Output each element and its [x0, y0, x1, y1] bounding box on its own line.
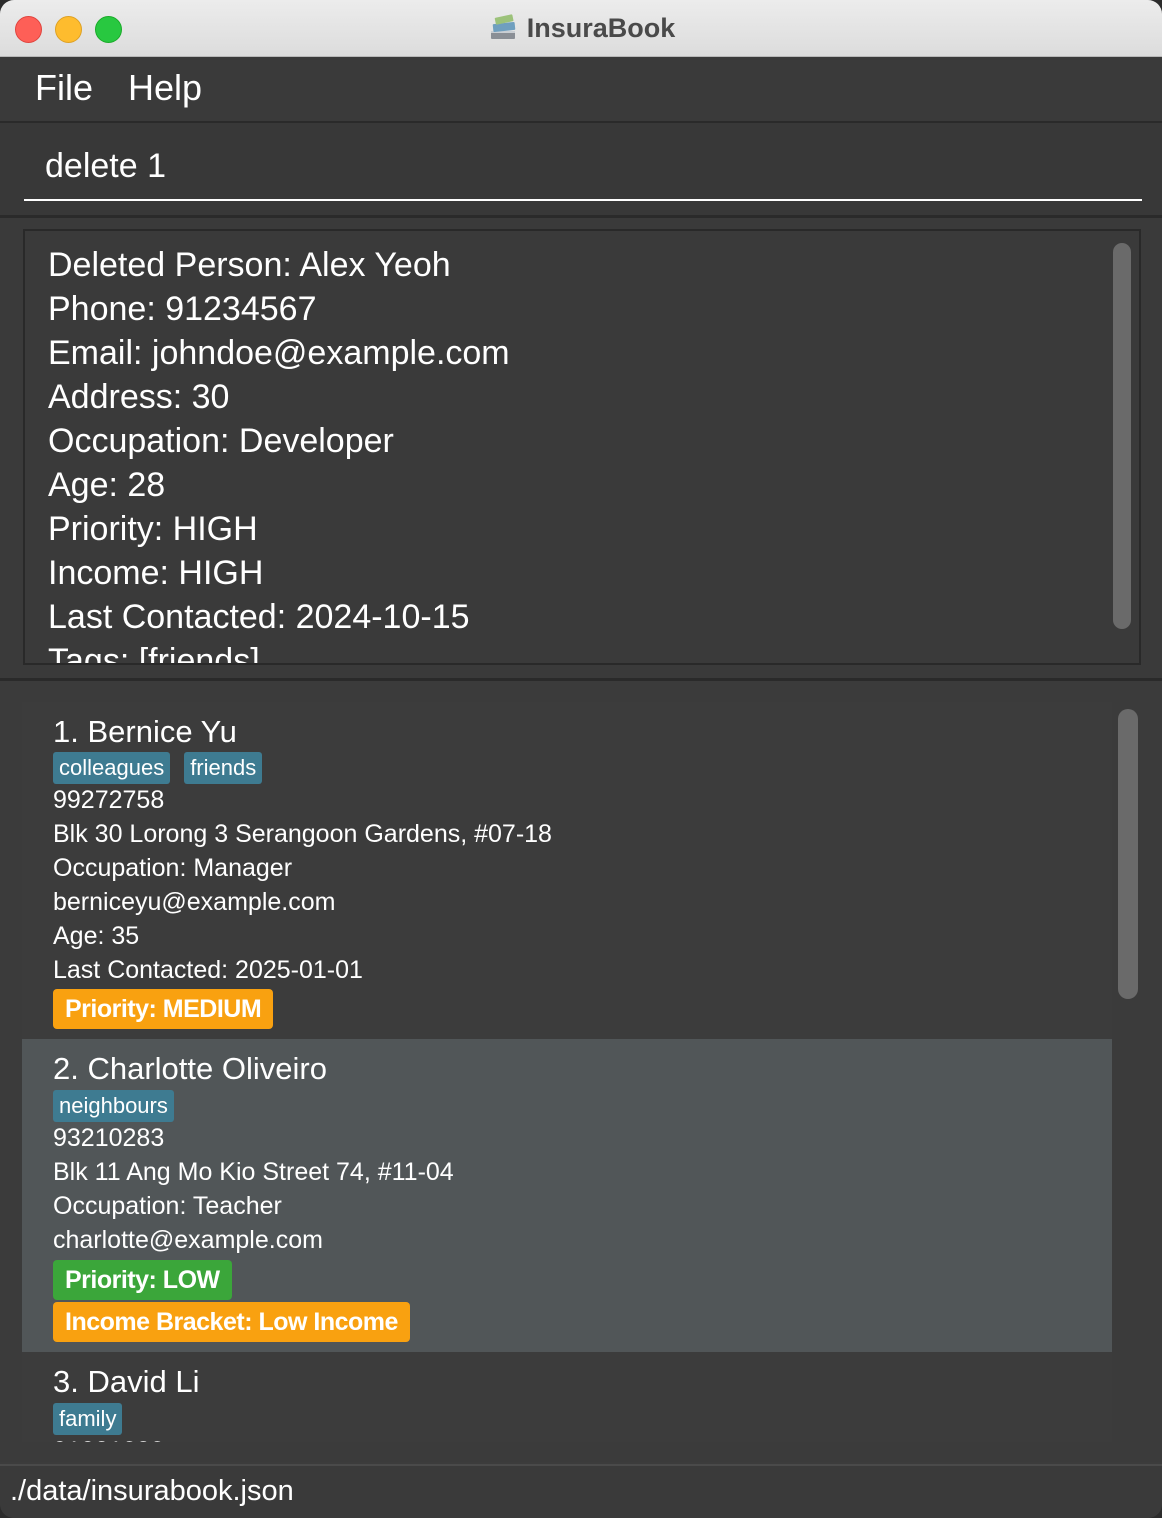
person-name: 2. Charlotte Oliveiro: [53, 1051, 327, 1086]
person-card-david-li[interactable]: 3. David Li family 91031282: [22, 1352, 1112, 1442]
person-name: 3. David Li: [53, 1364, 200, 1399]
tag-list: family: [53, 1403, 123, 1435]
menu-file[interactable]: File: [35, 67, 93, 109]
tag-list: colleagues friends: [53, 752, 263, 784]
person-phone: 99272758: [53, 786, 165, 814]
books-icon: [490, 14, 515, 39]
person-email: berniceyu@example.com: [53, 888, 336, 916]
tag-list: neighbours: [53, 1090, 174, 1122]
result-line: Age: 28: [48, 466, 166, 504]
person-card-charlotte-oliveiro[interactable]: 2. Charlotte Oliveiro neighbours 9321028…: [22, 1039, 1112, 1352]
result-line: Phone: 91234567: [48, 290, 317, 328]
person-email: charlotte@example.com: [53, 1226, 323, 1254]
result-line: Deleted Person: Alex Yeoh: [48, 246, 451, 284]
person-address: Blk 30 Lorong 3 Serangoon Gardens, #07-1…: [53, 820, 552, 848]
result-line: Priority: HIGH: [48, 510, 258, 548]
priority-badge: Priority: MEDIUM: [53, 989, 274, 1029]
person-phone: 91031282: [53, 1437, 164, 1442]
window-title-group: InsuraBook: [0, 0, 1162, 56]
list-scrollbar-thumb[interactable]: [1118, 709, 1138, 999]
person-address: Blk 11 Ang Mo Kio Street 74, #11-04: [53, 1158, 454, 1186]
tag: family: [53, 1403, 123, 1435]
result-line: Tags: [friends]: [48, 642, 260, 665]
person-phone: 93210283: [53, 1124, 165, 1152]
person-age: Age: 35: [53, 922, 140, 950]
command-input[interactable]: [24, 133, 1142, 201]
title-bar[interactable]: InsuraBook: [0, 0, 1162, 57]
result-text: Deleted Person: Alex Yeoh Phone: 9123456…: [48, 243, 510, 665]
window-title: InsuraBook: [526, 12, 676, 43]
result-display-panel: Deleted Person: Alex Yeoh Phone: 9123456…: [0, 218, 1162, 681]
person-occupation: Occupation: Manager: [53, 854, 293, 882]
app-window: InsuraBook File Help Deleted Person: Ale…: [0, 0, 1162, 1518]
tag: friends: [184, 752, 263, 784]
person-last-contacted: Last Contacted: 2025-01-01: [53, 956, 363, 984]
command-box: [0, 123, 1162, 218]
result-line: Income: HIGH: [48, 554, 264, 592]
income-badge: Income Bracket: Low Income: [53, 1302, 410, 1342]
status-bar: ./data/insurabook.json: [0, 1464, 1162, 1518]
result-line: Occupation: Developer: [48, 422, 394, 460]
menu-help[interactable]: Help: [128, 67, 202, 109]
result-scrollbar-thumb[interactable]: [1113, 243, 1131, 629]
menu-bar: File Help: [0, 57, 1162, 123]
person-list[interactable]: 1. Bernice Yu colleagues friends 9927275…: [22, 702, 1112, 1442]
person-occupation: Occupation: Teacher: [53, 1192, 282, 1220]
tag: neighbours: [53, 1090, 174, 1122]
result-line: Address: 30: [48, 378, 230, 416]
save-file-path: ./data/insurabook.json: [10, 1475, 294, 1507]
result-line: Last Contacted: 2024-10-15: [48, 598, 470, 636]
person-list-panel: 1. Bernice Yu colleagues friends 9927275…: [0, 681, 1162, 1462]
result-display[interactable]: Deleted Person: Alex Yeoh Phone: 9123456…: [23, 229, 1141, 665]
priority-badge: Priority: LOW: [53, 1260, 232, 1300]
result-line: Email: johndoe@example.com: [48, 334, 510, 372]
person-card-bernice-yu[interactable]: 1. Bernice Yu colleagues friends 9927275…: [22, 702, 1112, 1039]
person-name: 1. Bernice Yu: [53, 714, 237, 749]
tag: colleagues: [53, 752, 171, 784]
